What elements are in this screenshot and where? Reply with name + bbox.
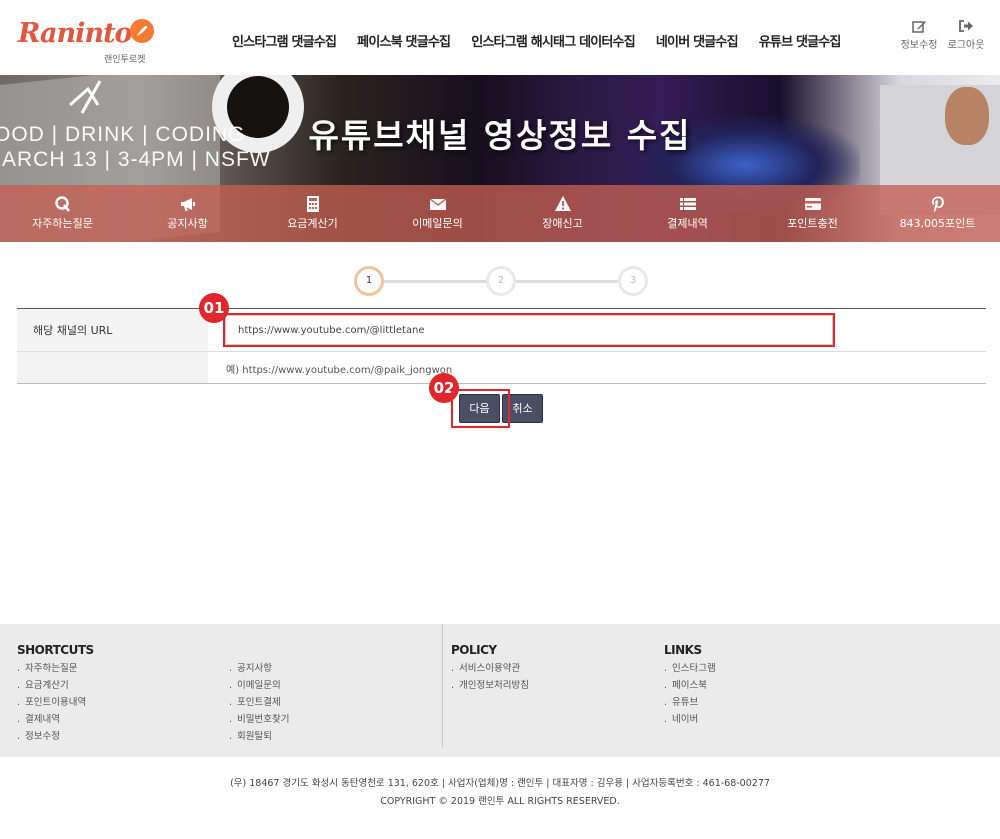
nav-instagram-hashtag[interactable]: 인스타그램 해시태그 데이터수집 (471, 31, 636, 50)
footer-links-title: LINKS (664, 643, 702, 657)
footer-shortcuts-title: SHORTCUTS (17, 643, 94, 657)
step-marker-01: 01 (199, 293, 229, 323)
hint-row: 예) https://www.youtube.com/@paik_jongwon (17, 352, 986, 384)
footer-link[interactable]: 네이버 (664, 712, 716, 729)
logout-button[interactable]: 로그아웃 (944, 18, 988, 51)
quick-report[interactable]: 장애신고 (500, 185, 625, 242)
list-icon (625, 195, 750, 214)
quick-menu-bar: 자주하는질문 공지사항 요금계산기 이메일문의 장애신고 결제내역 포인트충전 … (0, 185, 1000, 242)
warning-icon (500, 195, 625, 214)
quick-notice[interactable]: 공지사항 (125, 185, 250, 242)
company-address: (우) 18467 경기도 화성시 동탄영천로 131, 620호 | 사업자(… (230, 778, 770, 789)
megaphone-icon (125, 195, 250, 214)
footer-link[interactable]: 포인트이용내역 (17, 695, 94, 712)
logo-wordmark: Raninto (18, 18, 133, 49)
site-header: Raninto 랜인투로켓 인스타그램 댓글수집 페이스북 댓글수집 인스타그램… (0, 0, 1000, 75)
footer-link[interactable]: 이메일문의 (229, 678, 289, 695)
footer-policy: POLICY 서비스이용약관 개인정보처리방침 (451, 643, 529, 695)
site-footer: SHORTCUTS 자주하는질문 요금계산기 포인트이용내역 결제내역 정보수정… (0, 624, 1000, 757)
footer-link[interactable]: 페이스북 (664, 678, 716, 695)
footer-divider (442, 624, 443, 748)
quick-payment-history[interactable]: 결제내역 (625, 185, 750, 242)
step-1: 1 (354, 266, 384, 296)
footer-link[interactable]: 인스타그램 (664, 661, 716, 678)
footer-link[interactable]: 자주하는질문 (17, 661, 94, 678)
footer-policy-title: POLICY (451, 643, 497, 657)
footer-link[interactable]: 개인정보처리방침 (451, 678, 529, 695)
quick-faq[interactable]: 자주하는질문 (0, 185, 125, 242)
nav-naver-comments[interactable]: 네이버 댓글수집 (656, 31, 739, 50)
envelope-icon (375, 195, 500, 214)
quick-email[interactable]: 이메일문의 (375, 185, 500, 242)
footer-link[interactable]: 포인트결제 (229, 695, 289, 712)
footer-link[interactable]: 요금계산기 (17, 678, 94, 695)
site-logo[interactable]: Raninto 랜인투로켓 (18, 14, 158, 68)
edit-profile-label: 정보수정 (900, 40, 938, 51)
step-connector (514, 280, 620, 283)
footer-link[interactable]: 공지사항 (229, 661, 289, 678)
footer-shortcuts-col2: 공지사항 이메일문의 포인트결제 비밀번호찾기 회원탈퇴 (229, 661, 289, 746)
logout-label: 로그아웃 (947, 40, 985, 51)
logo-subtitle: 랜인투로켓 (104, 55, 146, 65)
next-button[interactable]: 다음 (459, 394, 500, 423)
footer-link[interactable]: 결제내역 (17, 712, 94, 729)
channel-url-form: 해당 채널의 URL 예) https://www.youtube.com/@p… (17, 308, 986, 384)
url-row: 해당 채널의 URL (17, 309, 986, 352)
step-connector (382, 280, 488, 283)
cancel-button[interactable]: 취소 (502, 394, 543, 423)
edit-icon (897, 18, 941, 36)
logout-icon (944, 18, 988, 36)
hint-row-label-cell (17, 352, 208, 383)
url-label: 해당 채널의 URL (17, 309, 208, 351)
footer-link[interactable]: 비밀번호찾기 (229, 712, 289, 729)
step-3: 3 (618, 266, 648, 296)
nav-youtube-comments[interactable]: 유튜브 댓글수집 (759, 31, 842, 50)
step-marker-02: 02 (429, 373, 459, 403)
footer-shortcuts: SHORTCUTS 자주하는질문 요금계산기 포인트이용내역 결제내역 정보수정 (17, 643, 94, 746)
nav-instagram-comments[interactable]: 인스타그램 댓글수집 (232, 31, 337, 50)
footer-link[interactable]: 유튜브 (664, 695, 716, 712)
step-2: 2 (486, 266, 516, 296)
pinterest-icon (875, 195, 1000, 214)
footer-links: LINKS 인스타그램 페이스북 유튜브 네이버 (664, 643, 716, 729)
page-title: 유튜브채널 영상정보 수집 (308, 116, 692, 155)
footer-bottom: (우) 18467 경기도 화성시 동탄영천로 131, 620호 | 사업자(… (0, 757, 1000, 839)
main-nav: 인스타그램 댓글수집 페이스북 댓글수집 인스타그램 해시태그 데이터수집 네이… (232, 31, 862, 50)
edit-profile-button[interactable]: 정보수정 (897, 18, 941, 51)
footer-link[interactable]: 서비스이용약관 (451, 661, 529, 678)
footer-link[interactable]: 회원탈퇴 (229, 729, 289, 746)
channel-url-input[interactable] (225, 315, 833, 345)
quick-points[interactable]: 843,005포인트 (875, 185, 1000, 242)
nav-facebook-comments[interactable]: 페이스북 댓글수집 (357, 31, 451, 50)
quick-point-charge[interactable]: 포인트충전 (750, 185, 875, 242)
page-banner: OOD | DRINK | CODING ARCH 13 | 3-4PM | N… (0, 75, 1000, 242)
calculator-icon (250, 195, 375, 214)
footer-link[interactable]: 정보수정 (17, 729, 94, 746)
url-example-hint: 예) https://www.youtube.com/@paik_jongwon (226, 365, 453, 376)
rocket-icon (130, 19, 154, 43)
step-indicator: 1 2 3 (354, 266, 648, 296)
credit-card-icon (750, 195, 875, 214)
q-icon (0, 195, 125, 214)
quick-calculator[interactable]: 요금계산기 (250, 185, 375, 242)
copyright: COPYRIGHT © 2019 랜인투 ALL RIGHTS RESERVED… (380, 796, 620, 807)
